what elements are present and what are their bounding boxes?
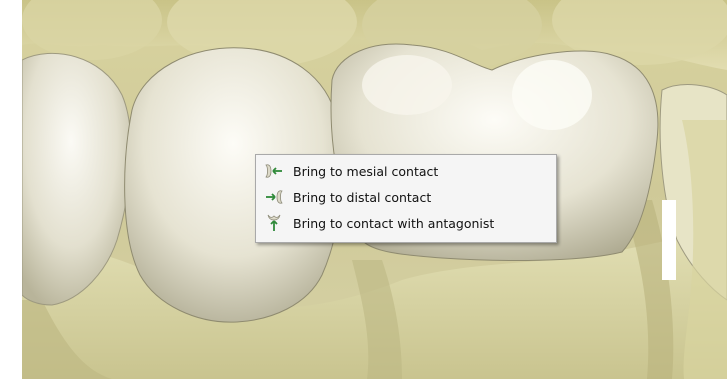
mesial-contact-icon: [264, 162, 284, 180]
menu-item-distal-contact[interactable]: Bring to distal contact: [258, 184, 554, 210]
menu-item-mesial-contact[interactable]: Bring to mesial contact: [258, 158, 554, 184]
menu-item-antagonist-contact[interactable]: Bring to contact with antagonist: [258, 210, 554, 236]
menu-item-label: Bring to distal contact: [293, 189, 432, 205]
3d-viewport[interactable]: Bring to mesial contact Bring to distal …: [22, 0, 727, 379]
menu-item-label: Bring to mesial contact: [293, 163, 439, 179]
distal-contact-icon: [264, 188, 284, 206]
context-menu: Bring to mesial contact Bring to distal …: [255, 154, 557, 243]
antagonist-contact-icon: [264, 214, 284, 232]
menu-item-label: Bring to contact with antagonist: [293, 215, 495, 231]
